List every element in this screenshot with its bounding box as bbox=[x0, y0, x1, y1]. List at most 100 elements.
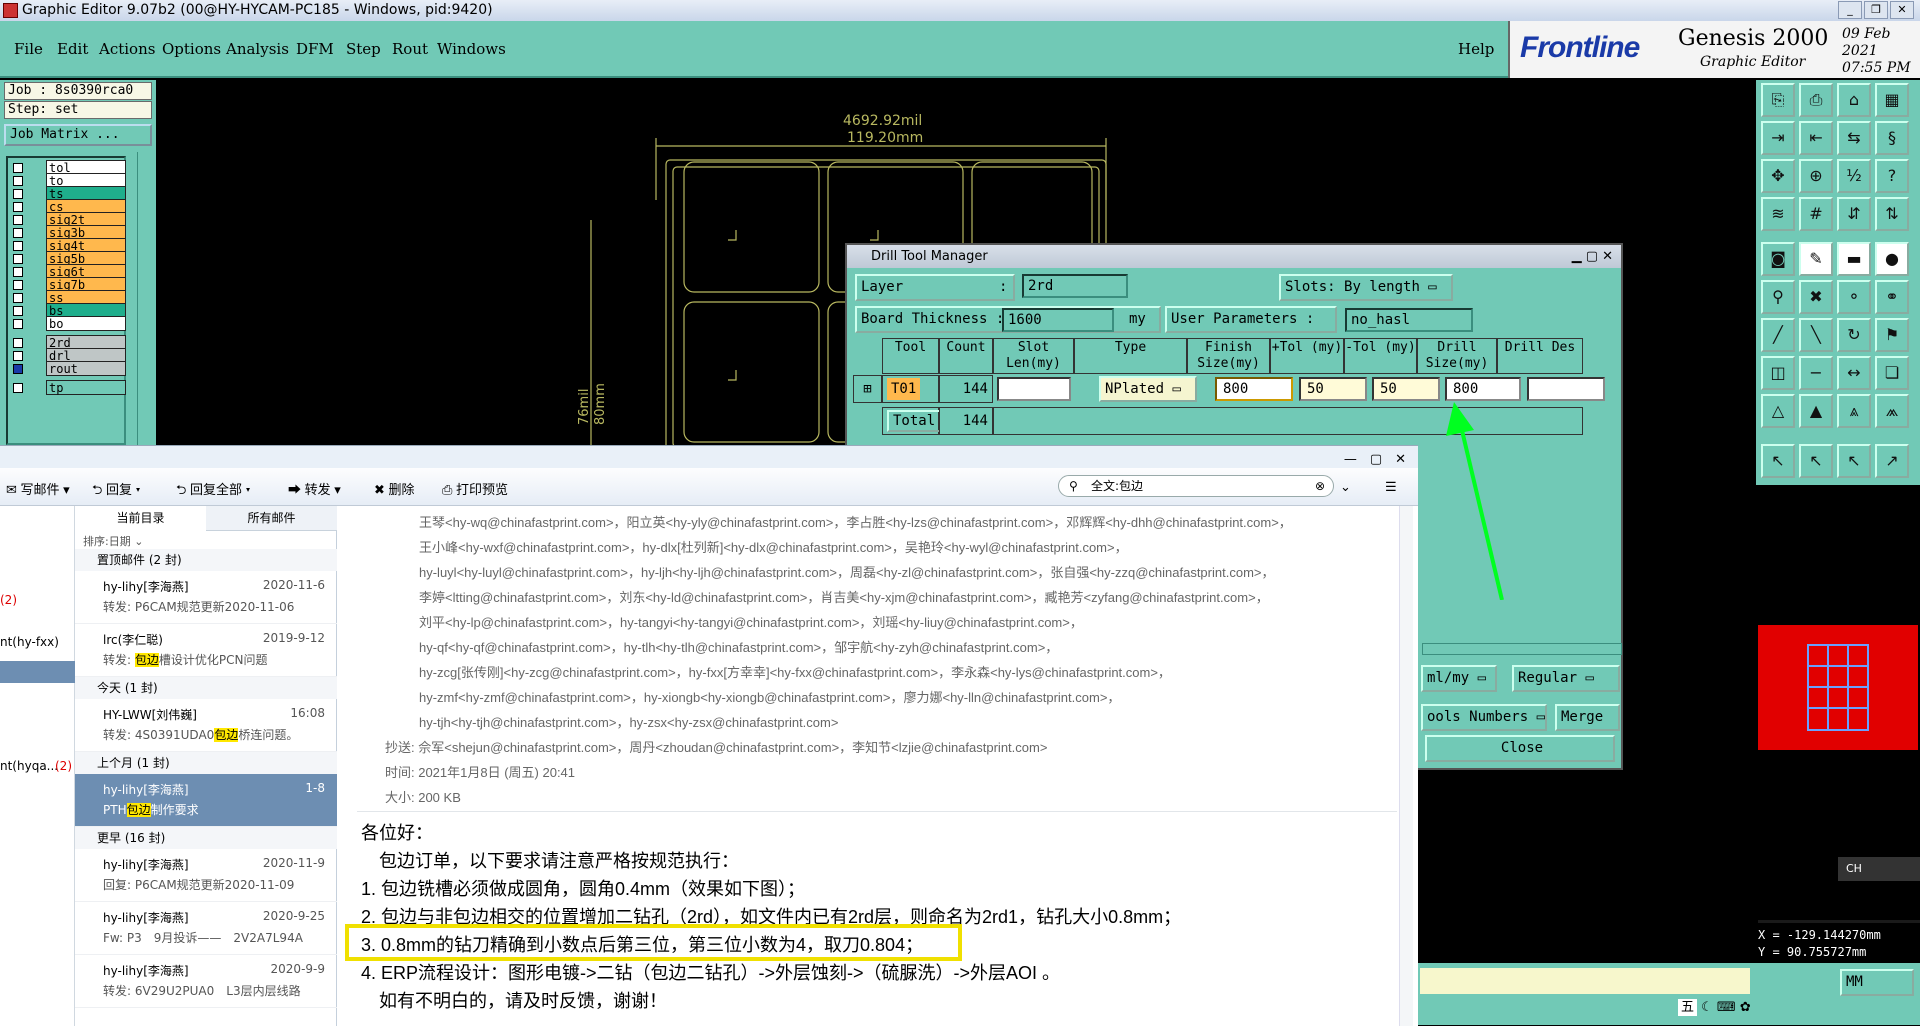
close-window-button[interactable]: ✕ bbox=[1890, 1, 1914, 19]
nav-account[interactable]: nt(hy-fxx) bbox=[0, 635, 59, 649]
merge-button[interactable]: Merge bbox=[1555, 704, 1620, 731]
tool-cross-icon[interactable]: ✖ bbox=[1799, 280, 1833, 314]
units-selector[interactable]: ml/my ▭ bbox=[1421, 665, 1497, 692]
layer-checkbox[interactable] bbox=[13, 241, 23, 251]
list-item[interactable]: lrc(李仁聪) 2019-9-12 转发: 包边槽设计优化PCN问题 bbox=[75, 624, 337, 677]
tools-numbers-selector[interactable]: ools Numbers ▭ bbox=[1421, 704, 1547, 731]
layer-checkbox[interactable] bbox=[13, 383, 23, 393]
list-item[interactable]: hy-lihy[李海燕] 2020-11-9 回复: P6CAM规范更新2020-1… bbox=[75, 849, 337, 902]
sort-selector[interactable]: 排序:日期 ⌄ bbox=[83, 533, 143, 549]
tool-box-icon[interactable]: ◫ bbox=[1761, 356, 1795, 390]
reply-button[interactable]: ⮌ 回复 ▾ bbox=[92, 479, 140, 503]
menu-options[interactable]: Options bbox=[162, 40, 221, 58]
tool-flag-icon[interactable]: ⚑ bbox=[1875, 318, 1909, 352]
tool-tri-icon[interactable]: △ bbox=[1761, 394, 1795, 428]
slot-len-input[interactable] bbox=[997, 377, 1071, 401]
list-view-icon[interactable]: ☰ bbox=[1385, 479, 1397, 495]
regular-selector[interactable]: Regular ▭ bbox=[1512, 665, 1620, 692]
mail-search-input[interactable]: ⚲ 全文:包边 ⊗ bbox=[1058, 475, 1334, 497]
restore-button[interactable]: ❐ bbox=[1864, 1, 1888, 19]
tool-fit-icon[interactable]: ✥ bbox=[1761, 159, 1795, 193]
user-parameters-button[interactable]: User Parameters : bbox=[1165, 306, 1337, 333]
list-item-selected[interactable]: hy-lihy[李海燕] 1-8 PTH包边制作要求 bbox=[75, 774, 337, 827]
layer-field[interactable]: 2rd bbox=[1022, 274, 1128, 298]
tool-help-icon[interactable]: ? bbox=[1875, 159, 1909, 193]
dtm-hscroll[interactable] bbox=[1422, 643, 1622, 655]
nav-account2[interactable]: nt(hyqa... bbox=[0, 759, 58, 773]
tool-pointer3-icon[interactable]: ↖ bbox=[1837, 444, 1871, 478]
ime-indicator[interactable]: CH bbox=[1838, 857, 1920, 881]
forward-button[interactable]: ➡ 转发 ▾ bbox=[288, 479, 341, 498]
tab-all-mail[interactable]: 所有邮件 bbox=[206, 506, 337, 531]
menu-edit[interactable]: Edit bbox=[57, 40, 88, 58]
tool-layers-icon[interactable]: ≋ bbox=[1761, 197, 1795, 231]
ime-toolbar[interactable]: 五 ☾ ⌨ ✿ bbox=[1678, 996, 1751, 1016]
tool-pointer4-icon[interactable]: ↗ bbox=[1875, 444, 1909, 478]
group-last-month[interactable]: 上个月 (1 封) bbox=[75, 752, 337, 774]
layer-checkbox[interactable] bbox=[13, 202, 23, 212]
type-selector[interactable]: NPlated ▭ bbox=[1099, 376, 1197, 402]
menu-file[interactable]: File bbox=[14, 40, 43, 58]
tab-current-folder[interactable]: 当前目录 bbox=[75, 506, 206, 531]
layer-checkbox[interactable] bbox=[13, 189, 23, 199]
tool-out-icon[interactable]: ⇤ bbox=[1799, 121, 1833, 155]
list-item[interactable]: hy-lihy[李海燕] 2020-9-9 转发: 6V29U2PUA0 L3层内层… bbox=[75, 955, 337, 1008]
layer-checkbox[interactable] bbox=[13, 351, 23, 361]
layer-checkbox[interactable] bbox=[13, 280, 23, 290]
layer-row-rout[interactable]: rout bbox=[10, 361, 126, 376]
tool-arc-icon[interactable]: ↻ bbox=[1837, 318, 1871, 352]
menu-step[interactable]: Step bbox=[346, 40, 381, 58]
group-earlier[interactable]: 更早 (16 封) bbox=[75, 827, 337, 849]
tool-copy-icon[interactable]: ❏ bbox=[1875, 356, 1909, 390]
plus-tol-input[interactable]: 50 bbox=[1299, 377, 1367, 401]
tool-in-icon[interactable]: ⇥ bbox=[1761, 121, 1795, 155]
compose-button[interactable]: ✉ 写邮件 ▾ bbox=[6, 479, 70, 498]
tool-tri4-icon[interactable]: ⩕ bbox=[1875, 394, 1909, 428]
slots-mode[interactable]: Slots: By length ▭ bbox=[1279, 274, 1453, 301]
mail-window-controls[interactable]: — ▢ ✕ bbox=[1344, 448, 1406, 467]
tool-snapshot-icon[interactable]: ◙ bbox=[1761, 242, 1795, 276]
tool-split-icon[interactable]: ⇆ bbox=[1837, 121, 1871, 155]
layer-checkbox[interactable] bbox=[13, 364, 23, 374]
tool-node-icon[interactable]: ⚬ bbox=[1837, 280, 1871, 314]
print-preview-button[interactable]: ⎙ 打印预览 bbox=[442, 479, 508, 498]
tool-minus-icon[interactable]: − bbox=[1799, 356, 1833, 390]
list-item[interactable]: HY-LWW[刘伟巍] 16:08 转发: 4S0391UDA0包边桥连问题。 bbox=[75, 699, 337, 752]
finish-size-input[interactable]: 800 bbox=[1215, 377, 1293, 401]
tool-tri3-icon[interactable]: ⩓ bbox=[1837, 394, 1871, 428]
layer-checkbox[interactable] bbox=[13, 319, 23, 329]
tool-measure-icon[interactable]: ↔ bbox=[1837, 356, 1871, 390]
tool-save-icon[interactable]: ⎙ bbox=[1799, 83, 1833, 117]
job-matrix-button[interactable]: Job Matrix ... bbox=[4, 124, 152, 146]
minimize-button[interactable]: _ bbox=[1838, 1, 1862, 19]
close-button[interactable]: Close bbox=[1425, 735, 1615, 762]
layer-checkbox[interactable] bbox=[13, 176, 23, 186]
layer-checkbox[interactable] bbox=[13, 254, 23, 264]
tool-edit-icon[interactable]: ✎ bbox=[1799, 242, 1833, 276]
tool-open-icon[interactable]: ⎘ bbox=[1761, 83, 1795, 117]
tool-line2-icon[interactable]: ╲ bbox=[1799, 318, 1833, 352]
drill-des-input[interactable] bbox=[1527, 377, 1605, 401]
tool-s-icon[interactable]: § bbox=[1875, 121, 1909, 155]
tool-node2-icon[interactable]: ⚭ bbox=[1875, 280, 1909, 314]
tool-pointer-icon[interactable]: ↖ bbox=[1761, 444, 1795, 478]
tool-route-icon[interactable]: ⇵ bbox=[1837, 197, 1871, 231]
tool-net-icon[interactable]: ⚲ bbox=[1761, 280, 1795, 314]
delete-button[interactable]: ✖ 删除 bbox=[374, 479, 415, 498]
preview-panel[interactable]: CH bbox=[1756, 485, 1920, 925]
layer-label-button[interactable]: Layer: bbox=[855, 274, 1015, 301]
menu-actions[interactable]: Actions bbox=[99, 40, 155, 58]
layer-checkbox[interactable] bbox=[13, 228, 23, 238]
nav-selected[interactable] bbox=[0, 661, 75, 683]
group-today[interactable]: 今天 (1 封) bbox=[75, 677, 337, 699]
drill-size-input[interactable]: 800 bbox=[1445, 377, 1521, 401]
unit-selector[interactable]: MM bbox=[1840, 969, 1914, 996]
thickness-field[interactable]: 1600 bbox=[1002, 308, 1114, 332]
expand-row-icon[interactable]: ⊞ bbox=[853, 375, 882, 403]
content-scrollbar[interactable] bbox=[1399, 506, 1413, 1026]
minus-tol-input[interactable]: 50 bbox=[1372, 377, 1440, 401]
layer-checkbox[interactable] bbox=[13, 215, 23, 225]
user-parameters-field[interactable]: no_hasl bbox=[1345, 308, 1473, 332]
menu-help[interactable]: Help bbox=[1458, 40, 1494, 58]
layer-checkbox[interactable] bbox=[13, 267, 23, 277]
